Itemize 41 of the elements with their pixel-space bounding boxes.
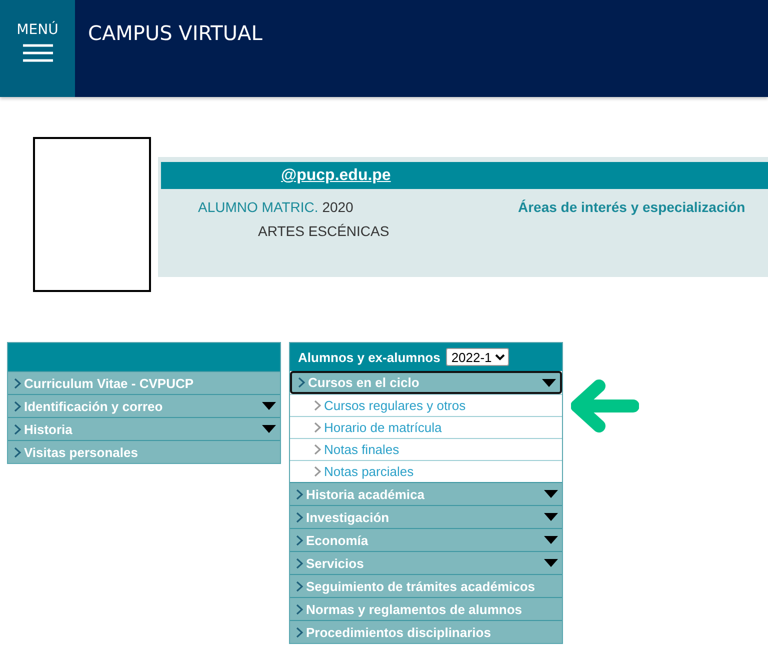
chevron-icon	[314, 400, 321, 411]
term-select[interactable]: 2022-1	[446, 348, 510, 366]
submenu-link[interactable]: Cursos regulares y otros	[290, 394, 562, 416]
chevron-icon	[296, 604, 303, 614]
program-text: ARTES ESCÉNICAS	[257, 222, 390, 239]
site-title: CAMPUS VIRTUAL	[88, 21, 262, 45]
chevron-icon	[14, 446, 21, 458]
chevron-icon	[14, 378, 21, 388]
chevron-icon	[296, 488, 303, 500]
chevron-icon	[296, 580, 303, 592]
chevron-icon	[296, 558, 303, 568]
chevron-icon	[14, 424, 21, 434]
submenu-link[interactable]: Notas parciales	[290, 460, 562, 482]
menu-item[interactable]: Normas y reglamentos de alumnos	[290, 597, 562, 620]
chevron-icon	[314, 444, 321, 455]
interests-link[interactable]: Áreas de interés y especialización	[518, 199, 768, 215]
chevron-icon	[296, 534, 303, 546]
chevron-icon	[14, 400, 21, 412]
menu-item[interactable]: Economía	[290, 528, 562, 551]
chevron-icon	[298, 377, 305, 388]
chevron-icon	[296, 626, 303, 638]
year-text: 2020	[322, 199, 354, 215]
menu-item[interactable]: Identificación y correo	[8, 394, 280, 417]
menu-icon	[22, 44, 52, 62]
chevron-icon	[314, 466, 321, 477]
menu-item[interactable]: Seguimiento de trámites académicos	[290, 574, 562, 597]
menu-item[interactable]: Visitas personales	[8, 440, 280, 463]
chevron-icon	[296, 512, 303, 522]
menu-item[interactable]: Servicios	[290, 551, 562, 574]
email-link[interactable]: @pucp.edu.pe	[281, 167, 391, 189]
menu-item[interactable]: Procedimientos disciplinarios	[290, 620, 562, 643]
menu-item[interactable]: Investigación	[290, 505, 562, 528]
menu-item[interactable]: Curriculum Vitae - CVPUCP	[8, 371, 280, 394]
menu-item[interactable]: Historia	[8, 417, 280, 440]
chevron-icon	[314, 422, 321, 433]
menu-item[interactable]: Historia académica	[290, 482, 562, 505]
pointer-arrow-drawing	[571, 378, 639, 434]
menu-title: Alumnos y ex-alumnos	[298, 350, 440, 364]
menu-button[interactable]: MENÚ	[0, 0, 75, 97]
role-label: ALUMNO MATRIC.	[198, 199, 318, 215]
menu-item[interactable]: Cursos en el ciclo	[290, 371, 562, 394]
